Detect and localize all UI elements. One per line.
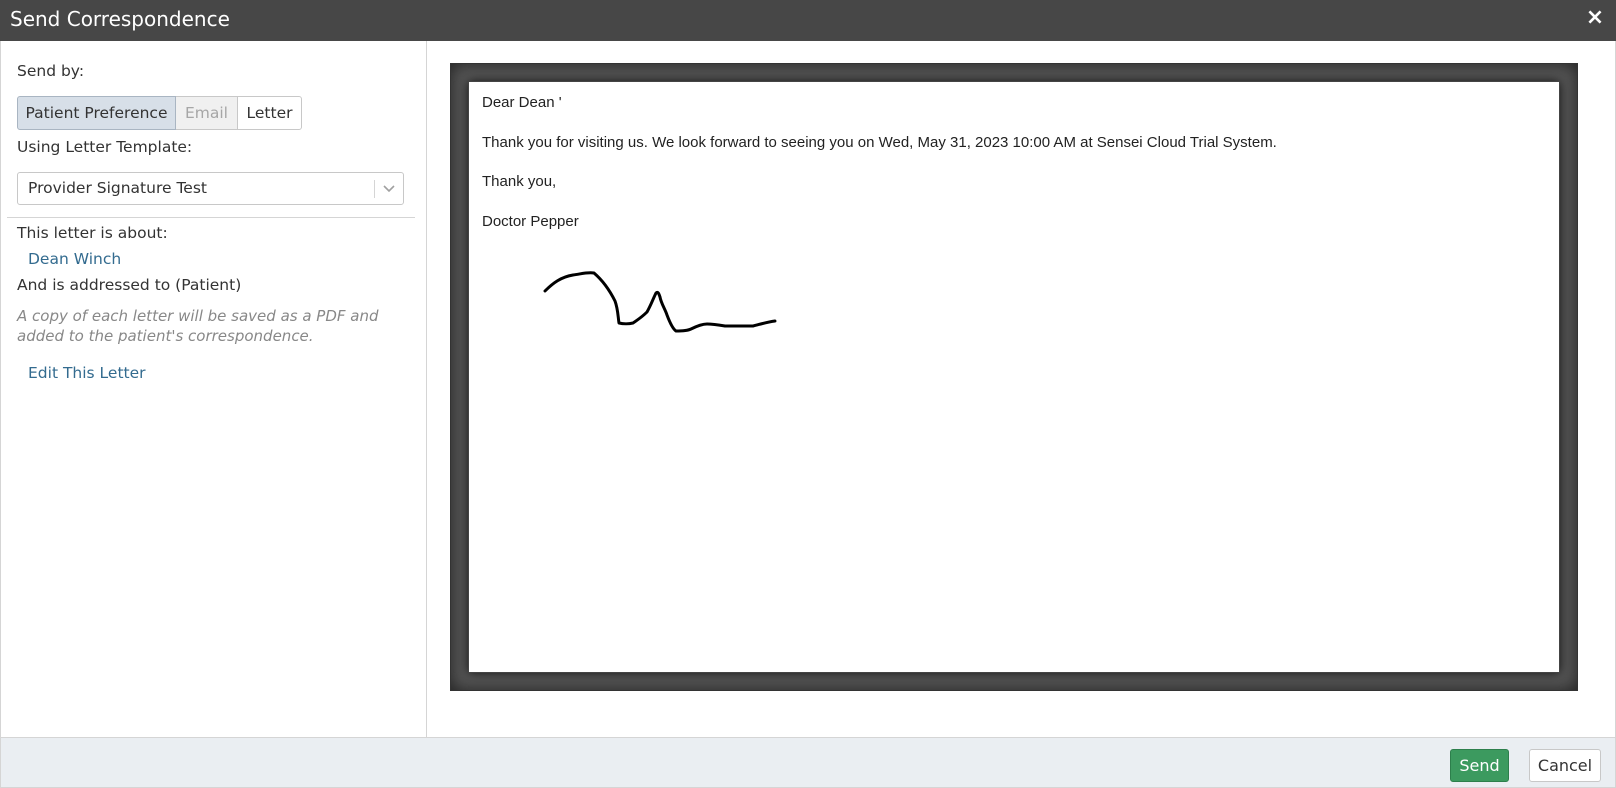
pdf-copy-note: A copy of each letter will be saved as a…	[17, 307, 379, 345]
send-option-patient-preference[interactable]: Patient Preference	[17, 96, 176, 130]
send-by-label: Send by:	[17, 62, 85, 80]
letter-preview-panel: Dear Dean ' Thank you for visiting us. W…	[427, 41, 1616, 737]
letter-closing: Thank you,	[482, 173, 557, 190]
chevron-down-icon	[383, 185, 395, 193]
dialog-footer: Send Cancel	[0, 737, 1616, 788]
dialog-body: Send by: Patient Preference Email Letter…	[0, 41, 1616, 737]
send-method-toggle: Patient Preference Email Letter	[17, 96, 302, 130]
send-option-letter[interactable]: Letter	[237, 96, 302, 130]
section-divider	[7, 217, 415, 218]
addressed-to-label: And is addressed to (Patient)	[17, 276, 242, 294]
letter-greeting: Dear Dean '	[482, 94, 562, 111]
letter-page: Dear Dean ' Thank you for visiting us. W…	[468, 81, 1560, 673]
letter-signer: Doctor Pepper	[482, 213, 579, 230]
select-divider	[374, 180, 375, 198]
send-button[interactable]: Send	[1450, 749, 1509, 782]
patient-link[interactable]: Dean Winch	[28, 250, 121, 268]
cancel-button[interactable]: Cancel	[1529, 749, 1601, 782]
edit-letter-link[interactable]: Edit This Letter	[28, 364, 146, 382]
close-icon[interactable]: ×	[1582, 5, 1608, 31]
send-correspondence-dialog: Send Correspondence × Send by: Patient P…	[0, 0, 1616, 788]
letter-preview-frame: Dear Dean ' Thank you for visiting us. W…	[450, 63, 1578, 691]
signature-image	[543, 271, 777, 333]
send-option-email: Email	[176, 96, 237, 130]
dialog-titlebar: Send Correspondence ×	[0, 0, 1616, 41]
options-panel: Send by: Patient Preference Email Letter…	[1, 41, 427, 737]
letter-template-value: Provider Signature Test	[28, 179, 207, 197]
letter-about-label: This letter is about:	[17, 224, 168, 242]
letter-template-select[interactable]: Provider Signature Test	[17, 172, 404, 205]
letter-body: Thank you for visiting us. We look forwa…	[482, 134, 1277, 151]
template-label: Using Letter Template:	[17, 138, 193, 156]
dialog-title: Send Correspondence	[10, 7, 230, 31]
